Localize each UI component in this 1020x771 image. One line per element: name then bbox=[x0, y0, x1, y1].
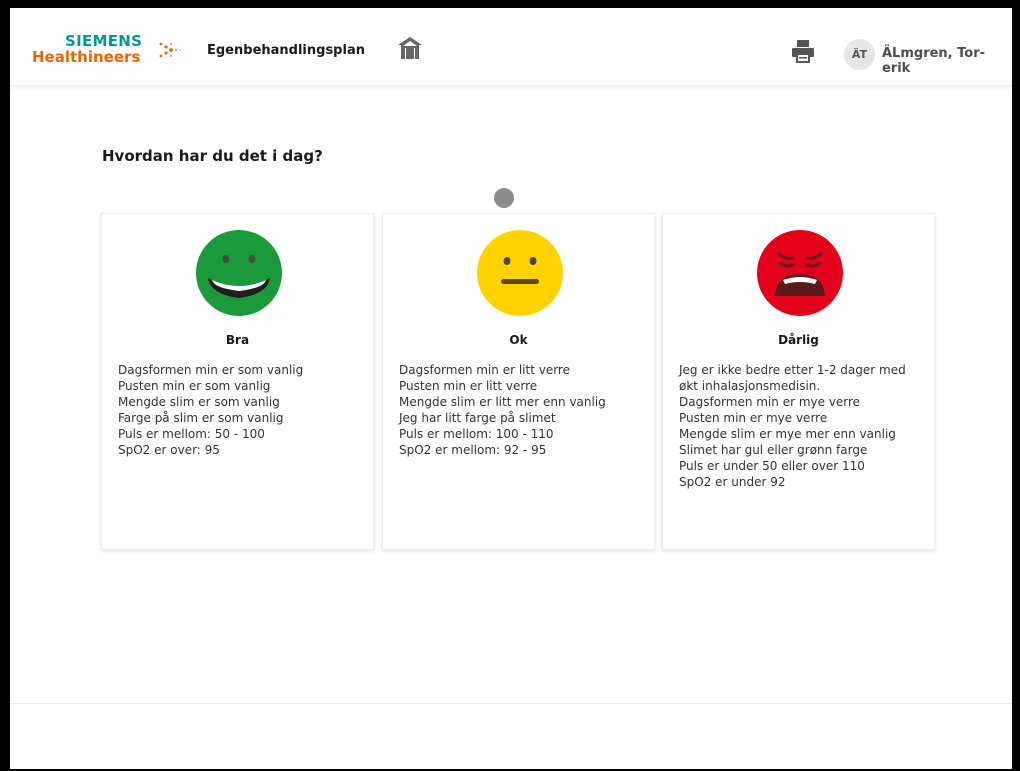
card-line: Mengde slim er litt mer enn vanlig bbox=[399, 395, 606, 409]
card-line: Farge på slim er som vanlig bbox=[118, 411, 284, 425]
healthineers-dots-icon bbox=[159, 42, 181, 58]
card-line: Mengde slim er som vanlig bbox=[118, 395, 280, 409]
top-bar: SIEMENS Healthineers Egenbehandlingsplan bbox=[10, 8, 1012, 86]
card-line: Mengde slim er mye mer enn vanlig bbox=[679, 427, 896, 441]
page-question: Hvordan har du det i dag? bbox=[102, 147, 323, 165]
home-icon[interactable] bbox=[397, 35, 423, 61]
card-line: Jeg er ikke bedre etter 1-2 dager med bbox=[679, 363, 906, 377]
card-title: Bra bbox=[225, 333, 250, 347]
card-line: SpO2 er under 92 bbox=[679, 475, 786, 489]
neutral-face-icon bbox=[477, 230, 563, 316]
card-line: SpO2 er over: 95 bbox=[118, 443, 220, 457]
card-title: Ok bbox=[509, 333, 528, 347]
logo-text-siemens: SIEMENS bbox=[65, 32, 143, 50]
card-line: Puls er mellom: 50 - 100 bbox=[118, 427, 265, 441]
status-card-bra[interactable]: Bra Dagsformen min er som vanlig Pusten … bbox=[101, 213, 374, 550]
card-line: Pusten min er litt verre bbox=[399, 379, 538, 393]
app-title: Egenbehandlingsplan bbox=[207, 43, 365, 58]
user-name[interactable]: ÄLmgren, Tor-erik bbox=[882, 46, 1012, 76]
card-line: Dagsformen min er mye verre bbox=[679, 395, 861, 409]
card-line: Pusten min er mye verre bbox=[679, 411, 828, 425]
card-line: Slimet har gul eller grønn farge bbox=[679, 443, 868, 457]
selection-indicator bbox=[494, 188, 514, 208]
card-line: Dagsformen min er litt verre bbox=[399, 363, 570, 377]
card-description: Dagsformen min er litt verre Pusten min … bbox=[399, 362, 649, 458]
status-card-darlig[interactable]: Dårlig Jeg er ikke bedre etter 1-2 dager… bbox=[662, 213, 935, 550]
app-window: SIEMENS Healthineers Egenbehandlingsplan bbox=[10, 8, 1012, 769]
card-line: SpO2 er mellom: 92 - 95 bbox=[399, 443, 547, 457]
card-line: Dagsformen min er som vanlig bbox=[118, 363, 304, 377]
user-avatar[interactable]: ÄT bbox=[844, 39, 875, 70]
siemens-healthineers-logo[interactable]: SIEMENS Healthineers bbox=[32, 32, 181, 66]
card-description: Jeg er ikke bedre etter 1-2 dager med øk… bbox=[679, 362, 929, 490]
card-description: Dagsformen min er som vanlig Pusten min … bbox=[118, 362, 368, 458]
card-line: Puls er mellom: 100 - 110 bbox=[399, 427, 554, 441]
card-line: Pusten min er som vanlig bbox=[118, 379, 271, 393]
card-line: økt inhalasjonsmedisin. bbox=[679, 379, 821, 393]
logo-text-healthineers: Healthineers bbox=[32, 48, 141, 66]
card-line: Puls er under 50 eller over 110 bbox=[679, 459, 865, 473]
printer-icon[interactable] bbox=[790, 38, 816, 64]
card-line: Jeg har litt farge på slimet bbox=[399, 411, 556, 425]
distressed-face-icon bbox=[757, 230, 843, 316]
status-card-ok[interactable]: Ok Dagsformen min er litt verre Pusten m… bbox=[382, 213, 655, 550]
smiling-face-icon bbox=[196, 230, 282, 316]
card-title: Dårlig bbox=[778, 333, 819, 347]
footer-divider bbox=[10, 703, 1012, 704]
